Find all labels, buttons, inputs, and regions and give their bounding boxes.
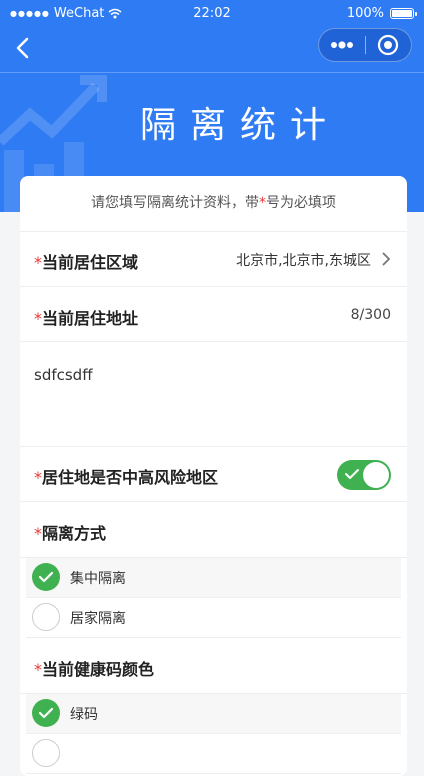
radio-checked-icon xyxy=(32,699,60,727)
radio-option-centralized[interactable]: 集中隔离 xyxy=(26,558,401,598)
target-icon xyxy=(378,34,399,56)
toggle-knob xyxy=(363,462,389,488)
address-label: *当前居住地址 xyxy=(34,305,138,329)
radio-unchecked-icon xyxy=(32,603,60,631)
required-mark: * xyxy=(34,253,42,272)
address-row: *当前居住地址 8/300 xyxy=(20,287,407,342)
isolation-header: *隔离方式 xyxy=(20,502,407,558)
option-label: 集中隔离 xyxy=(70,571,126,587)
required-mark: * xyxy=(34,660,42,679)
check-icon xyxy=(345,469,359,479)
status-bar: ●●●●● WeChat 22:02 100% xyxy=(0,0,424,28)
form-intro: 请您填写隔离统计资料，带*号为必填项 xyxy=(20,176,407,232)
form-card: 请您填写隔离统计资料，带*号为必填项 *当前居住区域 北京市,北京市,东城区 *… xyxy=(20,176,407,776)
area-picker-row[interactable]: *当前居住区域 北京市,北京市,东城区 xyxy=(20,232,407,287)
close-button[interactable] xyxy=(365,28,411,62)
area-label-text: 当前居住区域 xyxy=(42,253,139,272)
option-label: 居家隔离 xyxy=(70,611,126,627)
health-code-header: *当前健康码颜色 xyxy=(20,638,407,694)
back-arrow-icon[interactable] xyxy=(12,36,36,60)
address-label-text: 当前居住地址 xyxy=(42,309,139,328)
risk-label-text: 居住地是否中高风险地区 xyxy=(42,468,219,487)
risk-area-row: *居住地是否中高风险地区 xyxy=(20,447,407,502)
risk-label: *居住地是否中高风险地区 xyxy=(34,464,218,488)
radio-option-next[interactable] xyxy=(26,734,401,774)
radio-checked-icon xyxy=(32,563,60,591)
mini-program-capsule xyxy=(318,28,412,62)
area-value: 北京市,北京市,东城区 xyxy=(236,253,371,269)
more-button[interactable] xyxy=(319,28,365,62)
more-dots-icon xyxy=(330,41,353,49)
radio-unchecked-icon xyxy=(32,739,60,767)
isolation-label-text: 隔离方式 xyxy=(42,524,107,543)
health-code-label: *当前健康码颜色 xyxy=(34,656,154,680)
isolation-label: *隔离方式 xyxy=(34,520,106,544)
check-icon xyxy=(38,571,54,583)
intro-required-star: * xyxy=(259,195,266,211)
battery-level: 100% xyxy=(346,6,384,21)
option-label: 绿码 xyxy=(70,707,98,723)
area-label: *当前居住区域 xyxy=(34,249,138,273)
chevron-right-icon xyxy=(382,252,391,266)
battery-icon xyxy=(390,8,417,19)
intro-text: 请您填写隔离统计资料，带 xyxy=(91,195,259,211)
page-title: 隔离统计 xyxy=(140,105,341,146)
required-mark: * xyxy=(34,524,42,543)
radio-option-home[interactable]: 居家隔离 xyxy=(26,598,401,638)
address-input-value: sdfcsdff xyxy=(34,366,93,384)
nav-bar xyxy=(0,28,424,70)
radio-option-green[interactable]: 绿码 xyxy=(26,694,401,734)
health-code-label-text: 当前健康码颜色 xyxy=(42,660,155,679)
char-counter: 8/300 xyxy=(350,307,391,323)
risk-toggle[interactable] xyxy=(337,460,391,490)
required-mark: * xyxy=(34,468,42,487)
required-mark: * xyxy=(34,309,42,328)
check-icon xyxy=(38,707,54,719)
intro-text-end: 号为必填项 xyxy=(266,195,336,211)
address-textarea[interactable]: sdfcsdff xyxy=(20,342,407,447)
